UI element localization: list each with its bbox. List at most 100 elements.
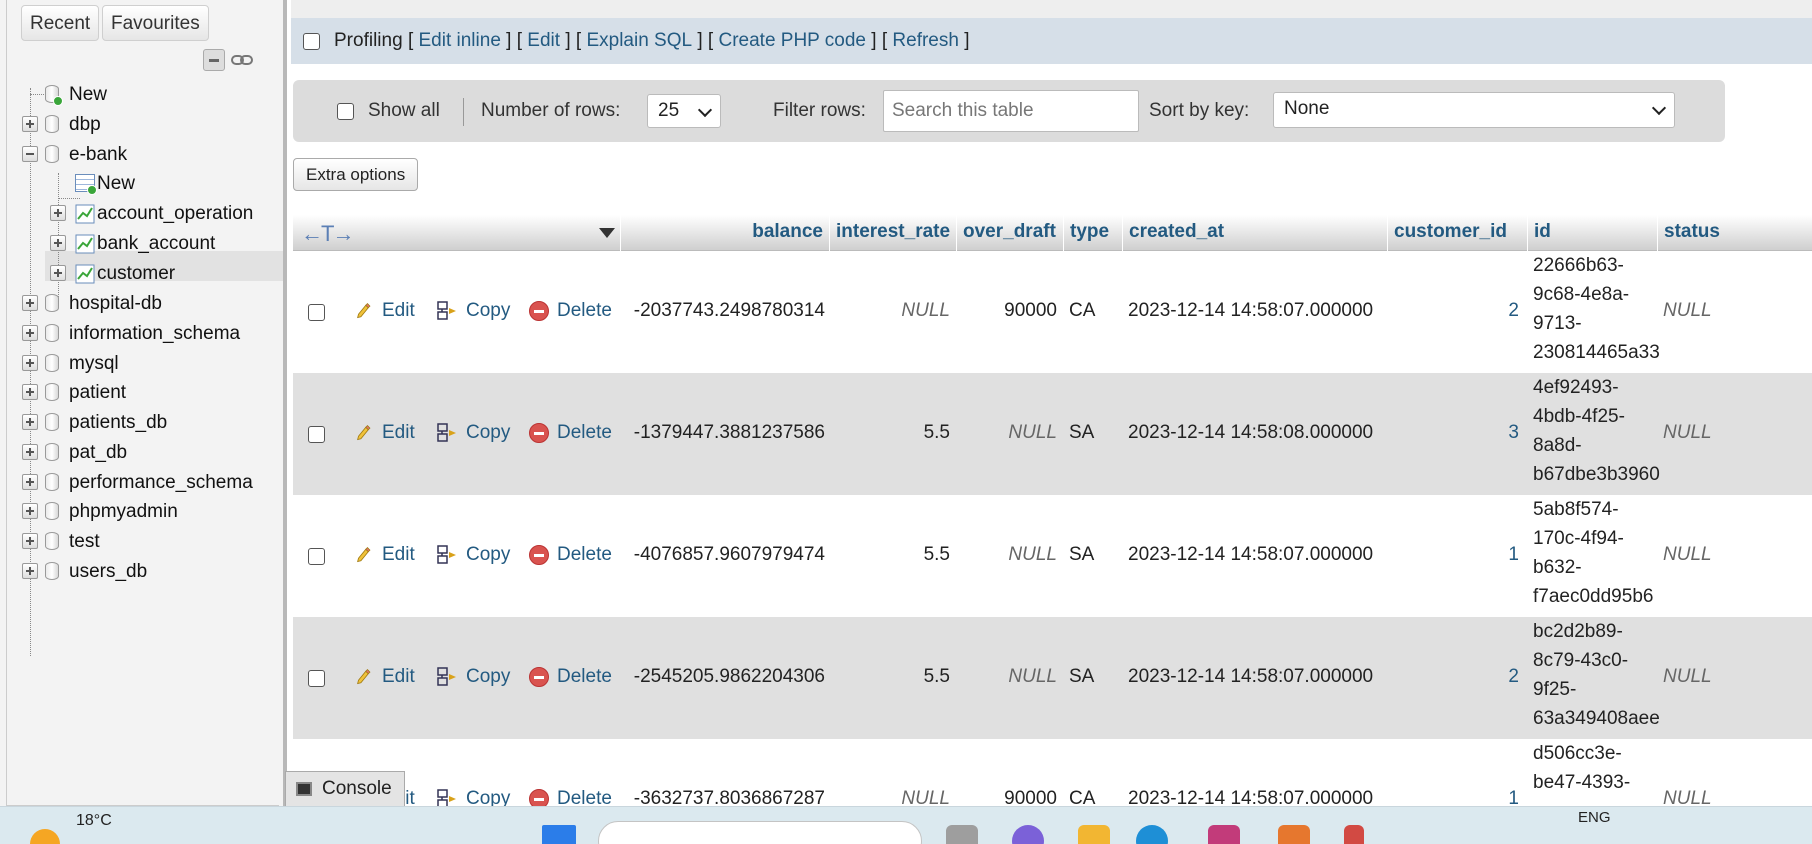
- delete-row-button[interactable]: Delete: [529, 666, 612, 688]
- tree-item-new[interactable]: New: [69, 80, 107, 110]
- cell-over-draft[interactable]: NULL: [956, 422, 1057, 444]
- file-explorer-icon[interactable]: [1078, 825, 1110, 844]
- explain-sql-link[interactable]: Explain SQL: [586, 30, 692, 52]
- tree-item-account-operation[interactable]: account_operation: [97, 199, 253, 229]
- expand-patients-db-icon[interactable]: [22, 414, 38, 430]
- column-header-customer-id[interactable]: customer_id: [1387, 215, 1527, 251]
- cell-over-draft[interactable]: NULL: [956, 666, 1057, 688]
- expand-hospital-db-icon[interactable]: [22, 295, 38, 311]
- expand-performance-schema-icon[interactable]: [22, 474, 38, 490]
- expand-bank-account-icon[interactable]: [50, 235, 66, 251]
- edit-row-button[interactable]: Edit: [356, 422, 415, 444]
- create-php-code-link[interactable]: Create PHP code: [718, 30, 866, 52]
- table-structure-icon[interactable]: [75, 234, 95, 254]
- expand-patient-icon[interactable]: [22, 384, 38, 400]
- cell-balance[interactable]: -1379447.3881237586: [620, 422, 825, 444]
- collapse-all-icon[interactable]: [203, 49, 225, 71]
- edit-query-link[interactable]: Edit: [527, 30, 560, 52]
- start-menu-icon[interactable]: [542, 825, 576, 844]
- tree-item-performance-schema[interactable]: performance_schema: [69, 468, 253, 498]
- column-header-created-at[interactable]: created_at: [1122, 215, 1387, 251]
- tree-item-patient[interactable]: patient: [69, 378, 126, 408]
- extra-options-button[interactable]: Extra options: [293, 158, 419, 191]
- cell-balance[interactable]: -2545205.9862204306: [620, 666, 825, 688]
- delete-row-button[interactable]: Delete: [529, 544, 612, 566]
- refresh-link[interactable]: Refresh: [892, 30, 959, 52]
- copy-row-button[interactable]: Copy: [436, 422, 510, 444]
- tree-item-new[interactable]: New: [97, 169, 135, 199]
- collapse-e-bank-icon[interactable]: [22, 146, 38, 162]
- cell-type[interactable]: CA: [1069, 300, 1119, 322]
- cell-balance[interactable]: -4076857.9607979474: [620, 544, 825, 566]
- tree-item-e-bank[interactable]: e-bank: [69, 140, 127, 170]
- column-header-over-draft[interactable]: over_draft: [956, 215, 1063, 251]
- copy-row-button[interactable]: Copy: [436, 300, 510, 322]
- expand-mysql-icon[interactable]: [22, 355, 38, 371]
- tree-item-information-schema[interactable]: information_schema: [69, 319, 240, 349]
- cell-balance[interactable]: -2037743.2498780314: [620, 300, 825, 322]
- tree-item-mysql[interactable]: mysql: [69, 349, 119, 379]
- tree-item-pat-db[interactable]: pat_db: [69, 438, 127, 468]
- cell-interest-rate[interactable]: 5.5: [829, 666, 950, 688]
- favourites-tab[interactable]: Favourites: [102, 5, 209, 41]
- copy-row-button[interactable]: Copy: [436, 666, 510, 688]
- teams-icon[interactable]: [1012, 825, 1044, 844]
- cell-created-at[interactable]: 2023-12-14 14:58:08.000000: [1128, 422, 1383, 444]
- console-button[interactable]: Console: [285, 771, 405, 806]
- cell-type[interactable]: SA: [1069, 666, 1119, 688]
- cell-id[interactable]: 5ab8f574- 170c-4f94- b632- f7aec0dd95b6: [1533, 495, 1663, 611]
- tree-item-dbp[interactable]: dbp: [69, 110, 101, 140]
- cell-over-draft[interactable]: 90000: [956, 300, 1057, 322]
- expand-users-db-icon[interactable]: [22, 563, 38, 579]
- column-header-interest-rate[interactable]: interest_rate: [829, 215, 956, 251]
- cell-created-at[interactable]: 2023-12-14 14:58:07.000000: [1128, 300, 1383, 322]
- cell-interest-rate[interactable]: 5.5: [829, 422, 950, 444]
- table-structure-icon[interactable]: [75, 264, 95, 284]
- tree-item-customer[interactable]: customer: [97, 259, 175, 289]
- cell-customer-id[interactable]: 2: [1387, 300, 1519, 322]
- column-header-id[interactable]: id: [1527, 215, 1657, 251]
- tree-item-users-db[interactable]: users_db: [69, 557, 147, 587]
- tree-item-hospital-db[interactable]: hospital-db: [69, 289, 162, 319]
- expand-information-schema-icon[interactable]: [22, 325, 38, 341]
- cell-id[interactable]: bc2d2b89- 8c79-43c0- 9f25- 63a349408aee: [1533, 617, 1663, 733]
- profiling-checkbox[interactable]: [303, 32, 320, 50]
- cell-customer-id[interactable]: 2: [1387, 666, 1519, 688]
- tree-item-test[interactable]: test: [69, 527, 100, 557]
- cell-status[interactable]: NULL: [1663, 666, 1743, 688]
- cell-created-at[interactable]: 2023-12-14 14:58:07.000000: [1128, 666, 1383, 688]
- cell-id[interactable]: d506cc3e-be47-4393-: [1533, 739, 1663, 797]
- cell-status[interactable]: NULL: [1663, 422, 1743, 444]
- cell-interest-rate[interactable]: 5.5: [829, 544, 950, 566]
- sort-by-key-select[interactable]: None: [1273, 92, 1675, 128]
- cell-created-at[interactable]: 2023-12-14 14:58:07.000000: [1128, 544, 1383, 566]
- weather-sun-icon[interactable]: [30, 829, 60, 844]
- filter-rows-input[interactable]: Search this table: [883, 90, 1139, 132]
- expand-dbp-icon[interactable]: [22, 116, 38, 132]
- delete-row-button[interactable]: Delete: [529, 422, 612, 444]
- app-icon[interactable]: [1344, 825, 1364, 844]
- cell-status[interactable]: NULL: [1663, 300, 1743, 322]
- weather-temperature[interactable]: 18°C: [76, 812, 112, 830]
- row-select-checkbox[interactable]: [308, 670, 325, 687]
- row-select-checkbox[interactable]: [308, 548, 325, 565]
- expand-pat-db-icon[interactable]: [22, 444, 38, 460]
- recent-tab[interactable]: Recent: [21, 5, 100, 41]
- cell-status[interactable]: NULL: [1663, 544, 1743, 566]
- cell-over-draft[interactable]: NULL: [956, 544, 1057, 566]
- expand-customer-icon[interactable]: [50, 265, 66, 281]
- link-with-main-panel-icon[interactable]: [231, 52, 253, 68]
- edge-browser-icon[interactable]: [1136, 825, 1168, 844]
- expand-phpmyadmin-icon[interactable]: [22, 503, 38, 519]
- number-of-rows-select[interactable]: 25: [647, 94, 721, 128]
- column-header-balance[interactable]: balance: [620, 215, 829, 251]
- expand-account-operation-icon[interactable]: [50, 205, 66, 221]
- delete-row-button[interactable]: Delete: [529, 300, 612, 322]
- show-all-checkbox[interactable]: [337, 102, 354, 120]
- tree-item-patients-db[interactable]: patients_db: [69, 408, 167, 438]
- tree-item-phpmyadmin[interactable]: phpmyadmin: [69, 497, 178, 527]
- cell-interest-rate[interactable]: NULL: [829, 300, 950, 322]
- cell-customer-id[interactable]: 3: [1387, 422, 1519, 444]
- expand-test-icon[interactable]: [22, 533, 38, 549]
- tree-item-bank-account[interactable]: bank_account: [97, 229, 215, 259]
